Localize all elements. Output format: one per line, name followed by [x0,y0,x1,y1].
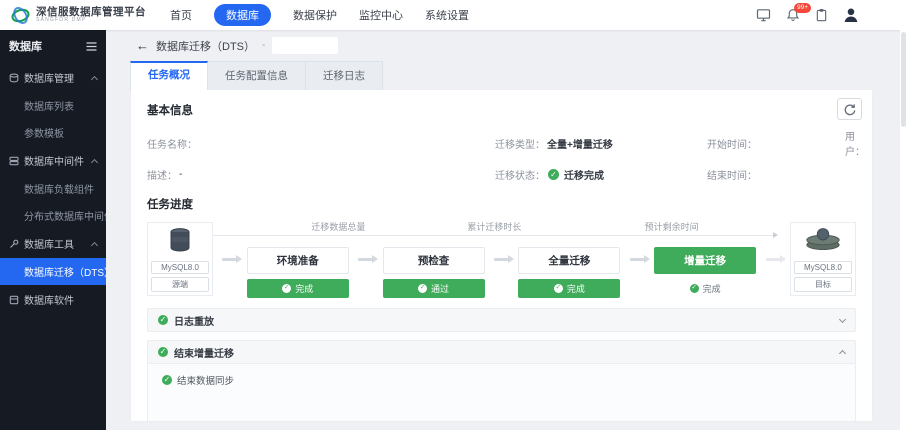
refresh-button[interactable] [837,98,862,120]
nav-item-monitor-center[interactable]: 监控中心 [359,7,403,23]
tab-bar: 任务概况 任务配置信息 迁移日志 [130,61,873,90]
chevron-up-icon [90,241,99,249]
breadcrumb: ← 数据库迁移（DTS） - [106,30,907,57]
success-check-icon [162,375,172,385]
chevron-up-icon [90,158,99,166]
check-icon [553,284,563,293]
sidebar-group-db-software[interactable]: 数据库软件 [0,285,106,314]
user-label: 用户： [845,132,865,158]
sidebar-title: 数据库 [9,41,42,53]
sidebar-item-db-migration-dts[interactable]: 数据库迁移（DTS） [0,258,106,285]
collapse-sidebar-icon[interactable] [86,41,97,51]
sidebar-item-param-template[interactable]: 参数模板 [0,119,106,146]
chevron-up-icon [90,75,99,83]
status-badge: 完成 [654,279,756,298]
source-role-tag: 源端 [151,277,209,292]
source-database-icon [170,228,190,252]
wrench-icon [9,239,19,249]
sub-step-end-data-sync: 结束数据同步 [162,373,841,387]
task-name-field[interactable] [272,37,339,54]
step-precheck: 预检查 通过 [382,247,485,298]
source-engine-tag: MySQL8.0 [151,261,209,274]
tab-task-config[interactable]: 任务配置信息 [208,61,306,90]
status-badge: 通过 [382,279,485,298]
success-check-icon [548,169,559,180]
user-avatar[interactable] [843,7,859,23]
sidebar-item-db-list[interactable]: 数据库列表 [0,92,106,119]
scrollbar-thumb[interactable] [901,32,906,127]
accordion-end-incremental-body: 结束数据同步 [147,364,856,422]
accordion-log-replay[interactable]: 日志重放 [147,308,856,332]
content-card: 基本信息 任务名称： 迁移类型： 全量+增量迁移 开始时间： 用户： 描述： - [130,90,873,422]
target-db-card: MySQL8.0 目标 [789,222,856,296]
step-incremental-migration: 增量迁移 完成 [654,247,757,298]
check-icon [418,284,428,293]
migration-flow: 迁移数据总量 累计迁移时长 预计剩余时间 MySQL8.0 源端 环境准备 ✓ … [147,222,856,298]
logo[interactable]: 深信服数据库管理平台 SANGFOR DMP [0,5,162,26]
tab-migration-log[interactable]: 迁移日志 [306,61,383,90]
check-icon [282,284,292,293]
nav-item-data-protection[interactable]: 数据保护 [293,7,337,23]
description-label: 描述： [147,171,177,182]
logo-subtitle: SANGFOR DMP [36,16,87,23]
flow-arrow-icon [222,255,243,263]
status-badge: 完成 [518,279,621,298]
sidebar-item-db-load-component[interactable]: 数据库负载组件 [0,175,106,202]
clipboard-icon[interactable] [815,8,828,22]
scrollbar[interactable] [900,30,907,430]
bell-icon[interactable]: 99+ [786,3,811,22]
screen-monitor-icon[interactable] [756,8,771,22]
main-nav: 首页 数据库 数据保护 监控中心 系统设置 [170,4,469,26]
chevron-up-icon [838,349,847,358]
sidebar-group-db-management[interactable]: 数据库管理 [0,63,106,92]
end-time-label: 结束时间： [707,171,757,182]
sangfor-logo-icon [10,5,31,26]
nav-item-database[interactable]: 数据库 [214,4,271,26]
description-value: - [179,169,183,180]
sidebar-item-distributed-middleware[interactable]: 分布式数据库中间件 [0,202,106,229]
breadcrumb-title: 数据库迁移（DTS） [156,40,255,53]
step-env-preparation: 环境准备 完成 [246,247,349,298]
migration-type-value: 全量+增量迁移 [547,139,613,151]
chevron-down-icon [838,315,847,323]
tab-task-overview[interactable]: 任务概况 [130,61,208,90]
software-box-icon [9,295,19,305]
sidebar-group-db-middleware[interactable]: 数据库中间件 [0,146,106,175]
flow-arrow-icon [765,255,786,263]
target-role-tag: 目标 [793,277,852,292]
sidebar-group-db-tools[interactable]: 数据库工具 [0,229,106,258]
sidebar: 数据库 数据库管理 数据库列表 参数模板 数据库中间件 数据库负载组件 分布式数… [0,30,106,430]
nav-item-system-settings[interactable]: 系统设置 [425,7,469,23]
flow-arrow-icon [358,255,379,263]
middleware-icon [9,156,19,166]
migration-status-label: 迁移状态： [495,171,545,182]
notification-badge: 99+ [793,3,811,13]
task-name-label: 任务名称： [147,139,197,151]
flow-arrow-icon [629,255,650,263]
target-database-icon [806,228,840,250]
success-check-icon [158,347,168,357]
status-badge: 完成 [246,279,349,298]
success-check-icon [158,315,168,325]
step-full-migration: 全量迁移 完成 [518,247,621,298]
back-button[interactable]: ← [136,39,149,52]
migration-status-value: 迁移完成 [564,171,604,182]
section-title-task-progress: 任务进度 [147,199,193,211]
database-icon [9,73,19,83]
main-content: ← 数据库迁移（DTS） - 任务概况 任务配置信息 迁移日志 基本信息 任务名… [106,30,907,430]
source-db-card: MySQL8.0 源端 [147,222,213,296]
nav-item-home[interactable]: 首页 [170,7,192,23]
basic-info-grid: 任务名称： 迁移类型： 全量+增量迁移 开始时间： 用户： 描述： - 迁移状态… [147,128,865,182]
check-icon [689,284,699,293]
start-time-label: 开始时间： [707,139,757,151]
section-title-basic-info: 基本信息 [147,105,193,117]
flow-arrow-icon [493,255,514,263]
migration-type-label: 迁移类型： [495,139,545,151]
target-engine-tag: MySQL8.0 [793,261,852,274]
accordion-end-incremental[interactable]: 结束增量迁移 [147,340,856,364]
top-header: 深信服数据库管理平台 SANGFOR DMP 首页 数据库 数据保护 监控中心 … [0,0,907,30]
breadcrumb-separator: - [262,40,266,51]
